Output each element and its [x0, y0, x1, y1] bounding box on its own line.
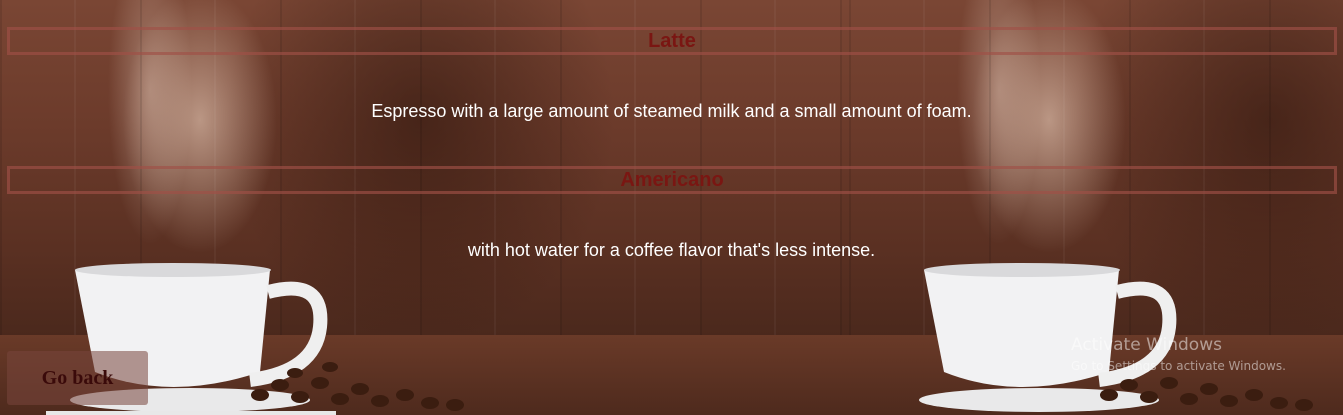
drink-list: Latte Espresso with a large amount of st…: [0, 0, 1343, 415]
drink-description-americano: with hot water for a coffee flavor that'…: [467, 240, 876, 260]
drink-heading-americano: Americano: [7, 166, 1337, 194]
watermark-title: Activate Windows: [1071, 335, 1222, 355]
bottom-scroll-strip: [46, 411, 336, 415]
watermark-subtitle: Go to Settings to activate Windows.: [1071, 359, 1286, 373]
activate-windows-watermark: Activate Windows Go to Settings to activ…: [1071, 335, 1286, 373]
go-back-button[interactable]: Go back: [7, 351, 148, 405]
drink-heading-latte: Latte: [7, 27, 1337, 55]
drink-description-latte: Espresso with a large amount of steamed …: [371, 101, 972, 121]
